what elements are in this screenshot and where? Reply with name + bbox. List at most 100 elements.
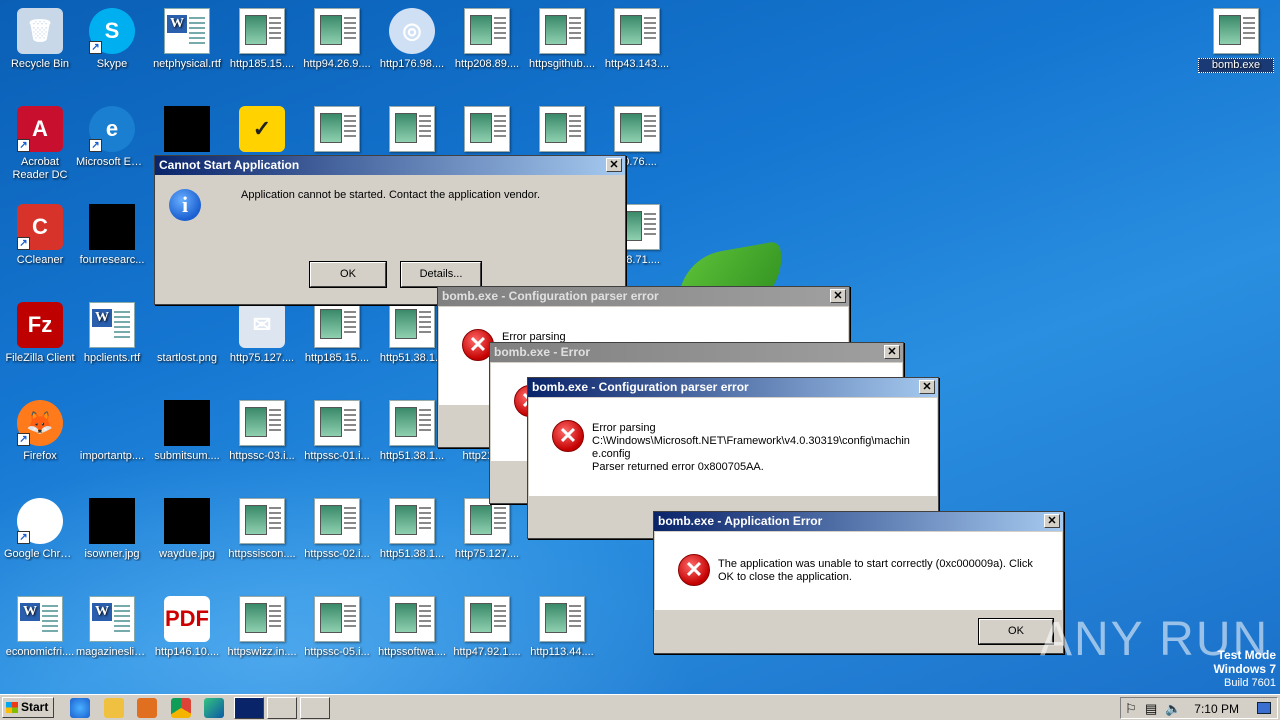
dialog-title: bomb.exe - Application Error (658, 514, 823, 528)
icon-label: hpclients.rtf (83, 352, 141, 364)
icon-label: isowner.jpg (84, 548, 140, 560)
word-glyph: W (167, 15, 187, 33)
ok-button[interactable]: OK (309, 261, 387, 288)
icon-label: Recycle Bin (10, 58, 70, 70)
desktop-icon[interactable] (299, 106, 375, 156)
word-glyph: W (92, 603, 112, 621)
desktop-icon[interactable] (524, 106, 600, 156)
desktop-icon[interactable]: importantp.... (74, 400, 150, 463)
desktop-icon[interactable]: ◎ http176.98.... (374, 8, 450, 71)
show-desktop-icon[interactable] (1257, 702, 1271, 714)
desktop-icon[interactable]: httpssoftwa.... (374, 596, 450, 659)
exe-icon (1213, 8, 1259, 54)
desktop-icon[interactable]: httpssiscon.... (224, 498, 300, 561)
redacted-thumbnail (164, 498, 210, 544)
taskbar-task-1[interactable] (234, 697, 264, 719)
desktop-icon[interactable]: startlost.png (149, 302, 225, 365)
desktop-icon[interactable]: C ↗ CCleaner (2, 204, 78, 267)
desktop-icon[interactable]: ✓ (224, 106, 300, 156)
desktop-icon[interactable]: httpssc-03.i... (224, 400, 300, 463)
desktop-icon[interactable]: http75.127.... (449, 498, 525, 561)
flag-icon[interactable]: ⚐ (1125, 701, 1137, 717)
desktop-icon[interactable] (449, 106, 525, 156)
explorer-icon[interactable] (104, 698, 124, 718)
start-button[interactable]: Start (2, 697, 54, 718)
desktop-icon[interactable]: http51.38.1... (374, 498, 450, 561)
html-file-icon (239, 400, 285, 446)
dialog-titlebar[interactable]: Cannot Start Application ✕ (155, 156, 625, 175)
volume-icon[interactable]: 🔈 (1165, 701, 1181, 717)
html-file-icon (314, 106, 360, 152)
html-file-icon (464, 106, 510, 152)
redacted-thumbnail (164, 106, 210, 152)
dialog-message: Application cannot be started. Contact t… (241, 189, 541, 201)
desktop-icon[interactable]: Weconomicfri.... (2, 596, 78, 659)
desktop-icon[interactable]: http43.143.... (599, 8, 675, 71)
icon-label: httpswizz.in.... (227, 646, 297, 658)
icon-label: http208.89.... (454, 58, 520, 70)
desktop-icon[interactable]: Whpclients.rtf (74, 302, 150, 365)
desktop-icon[interactable]: http94.26.9.... (299, 8, 375, 71)
desktop-icon[interactable]: ◉ ↗ Google Chrome (2, 498, 78, 561)
edge-icon[interactable] (204, 698, 224, 718)
desktop-icon[interactable]: httpssc-02.i... (299, 498, 375, 561)
desktop-icon[interactable]: S ↗ Skype (74, 8, 150, 71)
desktop-icon[interactable] (149, 106, 225, 156)
details-button[interactable]: Details... (400, 261, 482, 288)
desktop-icon[interactable]: Fz FileZilla Client (2, 302, 78, 365)
icon-label: httpssc-05.i... (304, 646, 370, 658)
clock[interactable]: 7:10 PM (1194, 702, 1239, 716)
desktop-icon[interactable]: http208.89.... (449, 8, 525, 71)
desktop-icon[interactable]: PDF http146.10.... (149, 596, 225, 659)
desktop-icon[interactable]: waydue.jpg (149, 498, 225, 561)
html-file-icon (314, 498, 360, 544)
desktop-icon[interactable]: http185.15.... (299, 302, 375, 365)
close-icon[interactable]: ✕ (1044, 514, 1060, 528)
icon-label: economicfri.... (5, 646, 75, 658)
desktop-icon[interactable]: httpsgithub.... (524, 8, 600, 71)
desktop-icon[interactable]: Wnetphysical.rtf (149, 8, 225, 71)
word-glyph: W (20, 603, 40, 621)
close-icon[interactable]: ✕ (919, 380, 935, 394)
desktop-icon[interactable]: Wmagazineslic.... (74, 596, 150, 659)
html-file-icon (539, 8, 585, 54)
skype-icon: S ↗ (89, 8, 135, 54)
icon-label: http113.44.... (530, 646, 594, 658)
desktop-icon[interactable]: httpswizz.in.... (224, 596, 300, 659)
desktop-icon[interactable]: A ↗ Acrobat Reader DC (2, 106, 78, 182)
dialog-message-line: OK to close the application. (718, 571, 852, 583)
edge-icon: e ↗ (89, 106, 135, 152)
icon-label: httpssc-01.i... (304, 450, 370, 462)
desktop-icon[interactable]: fourresearc... (74, 204, 150, 267)
close-icon[interactable]: ✕ (830, 289, 846, 303)
taskbar-task-2[interactable] (267, 697, 297, 719)
desktop-icon[interactable]: 🗑 Recycle Bin (2, 8, 78, 71)
taskbar-task-3[interactable] (300, 697, 330, 719)
ie-icon[interactable] (70, 698, 90, 718)
desktop-icon[interactable]: http47.92.1.... (449, 596, 525, 659)
close-icon[interactable]: ✕ (606, 158, 622, 172)
desktop-icon-bomb-exe[interactable]: bomb.exe (1198, 8, 1274, 73)
desktop-icon[interactable]: 🦊 ↗ Firefox (2, 400, 78, 463)
dialog-message-line: e.config (592, 448, 631, 460)
icon-label: httpssiscon.... (228, 548, 296, 560)
desktop-icon[interactable]: submitsum.... (149, 400, 225, 463)
dialog-message-line: C:\Windows\Microsoft.NET\Framework\v4.0.… (592, 435, 910, 447)
desktop-icon[interactable] (374, 106, 450, 156)
desktop-icon[interactable]: e ↗ Microsoft Edge (74, 106, 150, 169)
desktop-icon[interactable]: http113.44.... (524, 596, 600, 659)
media-player-icon[interactable] (137, 698, 157, 718)
desktop-icon[interactable]: httpssc-01.i... (299, 400, 375, 463)
close-icon[interactable]: ✕ (884, 345, 900, 359)
cannot-start-dialog[interactable]: Cannot Start Application ✕ i Application… (154, 155, 626, 305)
application-error-dialog[interactable]: bomb.exe - Application Error ✕ ✕ The app… (653, 511, 1064, 654)
icon-label: startlost.png (157, 352, 217, 364)
icon-label: http146.10.... (154, 646, 220, 658)
desktop-icon[interactable]: ✉ http75.127.... (224, 302, 300, 365)
desktop-icon[interactable]: http185.15.... (224, 8, 300, 71)
chrome-icon[interactable] (171, 698, 191, 718)
desktop-icon[interactable]: isowner.jpg (74, 498, 150, 561)
desktop-icon[interactable]: httpssc-05.i... (299, 596, 375, 659)
html-file-icon (389, 302, 435, 348)
network-icon[interactable]: ▤ (1145, 701, 1157, 717)
